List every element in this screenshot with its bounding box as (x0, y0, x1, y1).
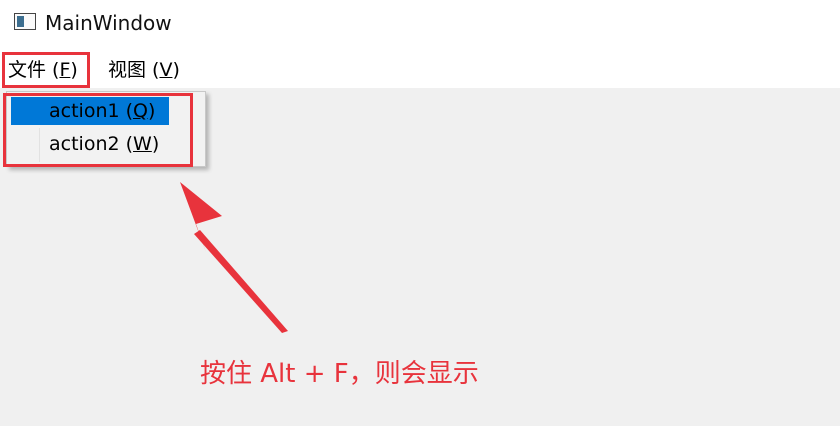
annotation-text: 按住 Alt + F，则会显示 (200, 359, 479, 389)
menu-item-action1-label: action1 (Q) (49, 100, 156, 122)
menu-item-action1[interactable]: action1 (Q) (11, 97, 169, 125)
menu-bar: 文件 (F) 视图 (V) (0, 50, 840, 88)
window-icon-pane (17, 16, 24, 27)
title-bar: MainWindow (0, 0, 840, 46)
menu-view[interactable]: 视图 (V) (108, 56, 180, 84)
file-menu-dropdown: action1 (Q) action2 (W) (6, 91, 206, 167)
window-icon[interactable] (14, 13, 36, 30)
menu-item-action2[interactable]: action2 (W) (11, 130, 169, 158)
menu-item-action2-label: action2 (W) (49, 133, 160, 155)
window-title: MainWindow (45, 11, 172, 35)
menu-file[interactable]: 文件 (F) (8, 56, 78, 84)
